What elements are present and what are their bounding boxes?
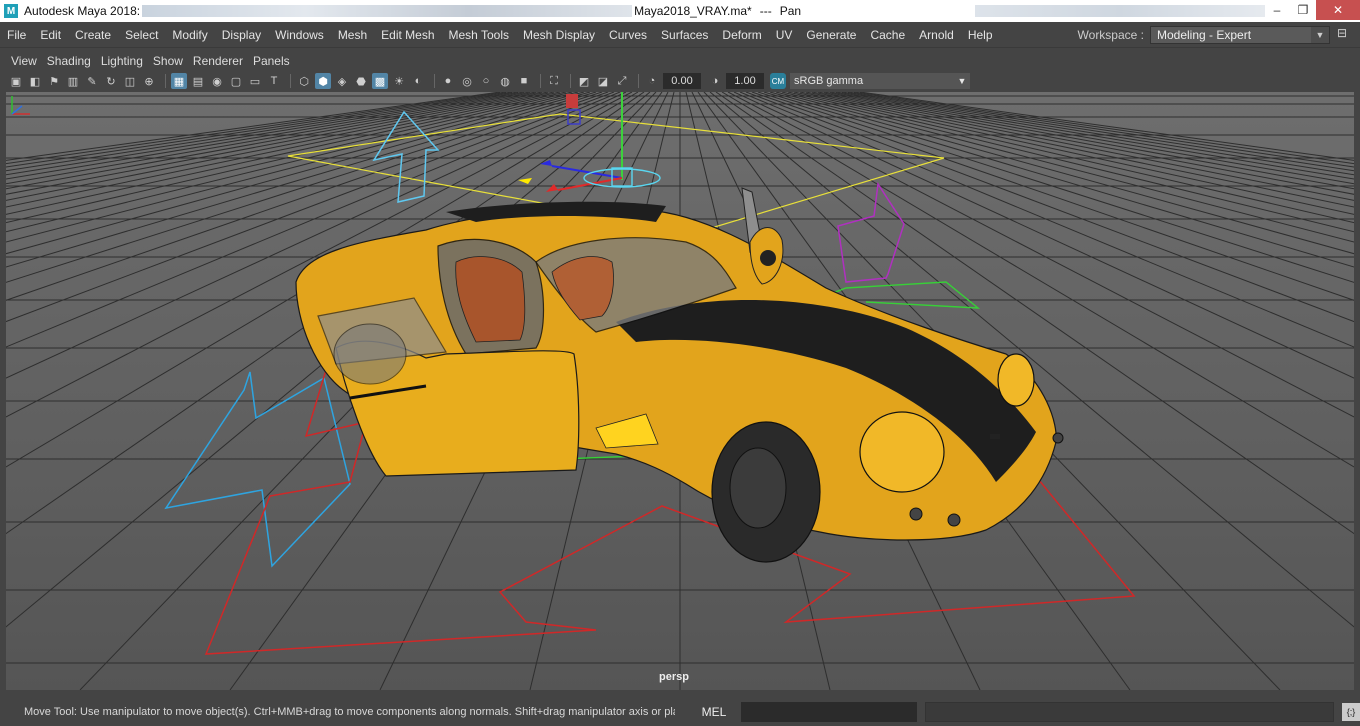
axis-gizmo-icon bbox=[11, 96, 30, 115]
four-panel-icon[interactable]: ◪ bbox=[595, 73, 611, 89]
field-chart-icon[interactable]: ▢ bbox=[228, 73, 244, 89]
minimize-button[interactable]: ‒ bbox=[1264, 0, 1290, 20]
gate-mask-icon[interactable]: ◉ bbox=[209, 73, 225, 89]
resolution-gate-icon[interactable]: ▤ bbox=[190, 73, 206, 89]
motion-blur-icon[interactable]: ◎ bbox=[459, 73, 475, 89]
status-message: Move Tool: Use manipulator to move objec… bbox=[24, 706, 675, 718]
menu-mesh-tools[interactable]: Mesh Tools bbox=[442, 28, 516, 42]
panel-menu-shading[interactable]: Shading bbox=[42, 54, 96, 68]
menu-mesh-display[interactable]: Mesh Display bbox=[516, 28, 602, 42]
xray-icon[interactable]: ▩ bbox=[372, 73, 388, 89]
maya-logo-icon: M bbox=[4, 4, 18, 18]
blurred-path bbox=[142, 5, 633, 17]
toolbar-divider bbox=[290, 74, 291, 88]
grid-icon[interactable]: ▦ bbox=[171, 73, 187, 89]
exposure-field[interactable]: 0.00 bbox=[663, 73, 701, 89]
title-prefix: Autodesk Maya 2018: bbox=[24, 4, 141, 18]
title-bar: M Autodesk Maya 2018: Maya2018_VRAY.ma* … bbox=[0, 0, 1360, 22]
zoom-icon[interactable]: ⊕ bbox=[141, 73, 157, 89]
texture-icon[interactable]: ⬣ bbox=[353, 73, 369, 89]
smooth-shade-icon[interactable]: ⬢ bbox=[315, 73, 331, 89]
close-button[interactable]: ✕ bbox=[1316, 0, 1360, 20]
command-line-input[interactable] bbox=[740, 702, 917, 722]
panel-menu-show[interactable]: Show bbox=[148, 54, 188, 68]
exposure-icon[interactable]: ◔ bbox=[644, 73, 660, 89]
menu-edit[interactable]: Edit bbox=[33, 28, 68, 42]
isolate-select-icon[interactable]: ■ bbox=[516, 73, 532, 89]
mel-label[interactable]: MEL bbox=[695, 705, 733, 719]
help-line: Move Tool: Use manipulator to move objec… bbox=[0, 698, 1360, 726]
multisample-icon[interactable]: ○ bbox=[478, 73, 494, 89]
gamma-field[interactable]: 1.00 bbox=[726, 73, 764, 89]
view-transform-value: sRGB gamma bbox=[794, 75, 864, 87]
depth-of-field-icon[interactable]: ◍ bbox=[497, 73, 513, 89]
panel-menu-bar: View Shading Lighting Show Renderer Pane… bbox=[0, 52, 1360, 70]
menu-display[interactable]: Display bbox=[215, 28, 268, 42]
menu-arnold[interactable]: Arnold bbox=[912, 28, 961, 42]
chevron-down-icon: ▼ bbox=[1311, 27, 1329, 43]
menu-mesh[interactable]: Mesh bbox=[331, 28, 374, 42]
title-file: Maya2018_VRAY.ma* bbox=[634, 4, 752, 18]
image-plane-icon[interactable]: ▥ bbox=[65, 73, 81, 89]
3d-viewport[interactable]: persp bbox=[6, 92, 1354, 690]
select-camera-icon[interactable]: ▣ bbox=[8, 73, 24, 89]
tumble-icon[interactable]: ↻ bbox=[103, 73, 119, 89]
workspace-label: Workspace : bbox=[1077, 28, 1144, 42]
panel-menu-panels[interactable]: Panels bbox=[248, 54, 295, 68]
expand-panel-icon[interactable]: ⤢ bbox=[614, 73, 630, 89]
title-separator: --- bbox=[759, 4, 772, 18]
menu-file[interactable]: File bbox=[0, 28, 33, 42]
paint-icon[interactable]: ✎ bbox=[84, 73, 100, 89]
toolbar-divider bbox=[638, 74, 639, 88]
bookmark-icon[interactable]: ⚑ bbox=[46, 73, 62, 89]
safe-title-icon[interactable]: T bbox=[266, 73, 282, 89]
workspace-selector: Workspace : Modeling - Expert ▼ ⊟ bbox=[1078, 26, 1350, 44]
gamma-icon[interactable]: ◑ bbox=[707, 73, 723, 89]
menu-generate[interactable]: Generate bbox=[799, 28, 863, 42]
xray-joints-icon[interactable]: ⛶ bbox=[546, 73, 562, 89]
menu-help[interactable]: Help bbox=[961, 28, 1000, 42]
menu-create[interactable]: Create bbox=[68, 28, 118, 42]
wireframe-on-shaded-icon[interactable]: ◈ bbox=[334, 73, 350, 89]
menu-curves[interactable]: Curves bbox=[602, 28, 654, 42]
red-box-handle[interactable] bbox=[566, 94, 578, 108]
two-panel-icon[interactable]: ◩ bbox=[576, 73, 592, 89]
title-tool: Pan bbox=[779, 4, 802, 18]
toolbar-divider bbox=[165, 74, 166, 88]
menu-surfaces[interactable]: Surfaces bbox=[654, 28, 715, 42]
workspace-dropdown[interactable]: Modeling - Expert ▼ bbox=[1150, 26, 1330, 44]
color-management-icon[interactable]: CM bbox=[770, 73, 786, 89]
script-editor-icon[interactable]: {;} bbox=[1342, 703, 1360, 721]
menu-deform[interactable]: Deform bbox=[715, 28, 768, 42]
command-result-field bbox=[924, 702, 1335, 722]
panel-menu-renderer[interactable]: Renderer bbox=[188, 54, 248, 68]
panel-toolbar: ▣ ◧ ⚑ ▥ ✎ ↻ ◫ ⊕ ▦ ▤ ◉ ▢ ▭ T ⬡ ⬢ ◈ ⬣ ▩ ☀ … bbox=[0, 71, 1360, 91]
ambient-occlusion-icon[interactable]: ● bbox=[440, 73, 456, 89]
safe-action-icon[interactable]: ▭ bbox=[247, 73, 263, 89]
menu-edit-mesh[interactable]: Edit Mesh bbox=[374, 28, 441, 42]
camera-attributes-icon[interactable]: ◧ bbox=[27, 73, 43, 89]
chevron-down-icon: ▼ bbox=[957, 76, 967, 86]
shadow-icon[interactable]: ◐ bbox=[410, 73, 426, 89]
pin-icon[interactable]: ⊟ bbox=[1334, 26, 1350, 44]
camera-label: persp bbox=[659, 671, 689, 683]
menu-windows[interactable]: Windows bbox=[268, 28, 331, 42]
menu-select[interactable]: Select bbox=[118, 28, 165, 42]
menu-cache[interactable]: Cache bbox=[863, 28, 912, 42]
toolbar-divider bbox=[540, 74, 541, 88]
view-transform-dropdown[interactable]: sRGB gamma ▼ bbox=[790, 73, 970, 89]
film-gate-icon[interactable]: ◫ bbox=[122, 73, 138, 89]
menu-modify[interactable]: Modify bbox=[165, 28, 214, 42]
viewport-scene bbox=[6, 92, 1354, 690]
use-lights-icon[interactable]: ☀ bbox=[391, 73, 407, 89]
menu-uv[interactable]: UV bbox=[769, 28, 800, 42]
maximize-button[interactable]: ❐ bbox=[1290, 0, 1316, 20]
blurred-region bbox=[975, 5, 1265, 17]
toolbar-divider bbox=[434, 74, 435, 88]
toolbar-divider bbox=[570, 74, 571, 88]
workspace-value: Modeling - Expert bbox=[1157, 28, 1252, 42]
panel-menu-view[interactable]: View bbox=[6, 54, 42, 68]
panel-menu-lighting[interactable]: Lighting bbox=[96, 54, 148, 68]
wireframe-icon[interactable]: ⬡ bbox=[296, 73, 312, 89]
